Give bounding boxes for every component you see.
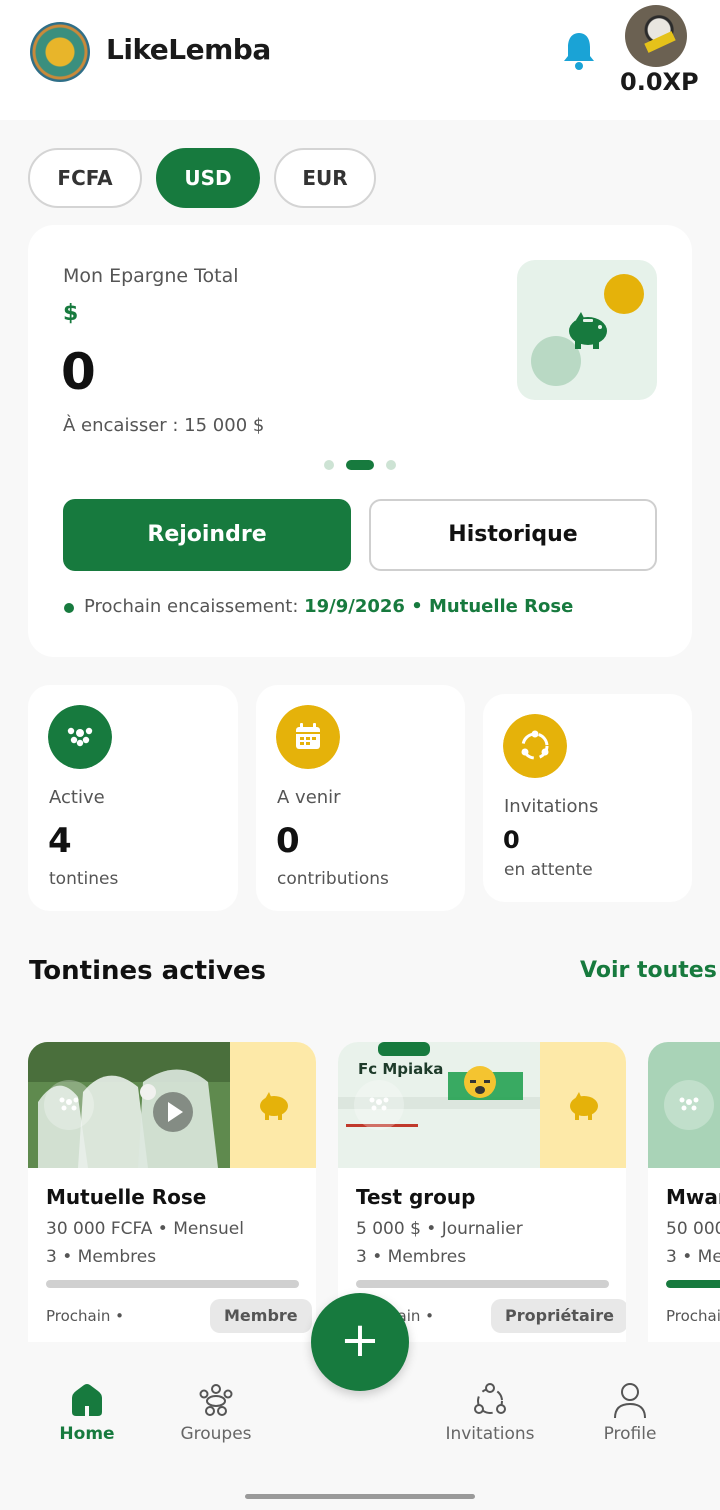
join-button[interactable]: Rejoindre bbox=[63, 499, 351, 571]
section-title: Tontines actives bbox=[29, 956, 267, 986]
stat-value: 0 bbox=[276, 821, 300, 861]
nav-groups[interactable]: Groupes bbox=[156, 1342, 276, 1452]
tontine-name: Mwan bbox=[666, 1185, 720, 1209]
carousel-indicator[interactable] bbox=[324, 460, 398, 470]
tontine-name: Test group bbox=[356, 1185, 476, 1209]
tontine-type-badge bbox=[540, 1042, 626, 1168]
see-all-link[interactable]: Voir toutes bbox=[580, 958, 717, 983]
carousel-dot[interactable] bbox=[324, 460, 334, 470]
tontine-members: 3 • Mem bbox=[666, 1247, 720, 1267]
tontine-photo bbox=[28, 1042, 230, 1168]
tontine-photo: Fc Mpiaka bbox=[338, 1042, 540, 1168]
piggy-bank-icon bbox=[569, 312, 607, 349]
tontine-amount-frequency: 5 000 $ • Journalier bbox=[356, 1219, 523, 1239]
nav-label: Invitations bbox=[445, 1424, 535, 1444]
stat-value: 0 bbox=[503, 826, 520, 854]
invitations-icon bbox=[474, 1383, 506, 1414]
tontine-role-badge: Membre bbox=[210, 1299, 312, 1333]
app-logo bbox=[30, 22, 90, 82]
nav-profile[interactable]: Profile bbox=[570, 1342, 690, 1452]
tontine-card[interactable]: Mutuelle Rose 30 000 FCFA • Mensuel 3 • … bbox=[28, 1042, 316, 1342]
carousel-dot-active[interactable] bbox=[346, 460, 374, 470]
savings-card: Mon Epargne Total $ 0 À encaisser : 15 0… bbox=[28, 225, 692, 657]
nav-label: Home bbox=[59, 1424, 115, 1444]
add-button[interactable]: + bbox=[311, 1293, 409, 1391]
tontine-media: Fc Mpiaka bbox=[338, 1042, 626, 1168]
next-payout: Prochain encaissement: 19/9/2026 • Mutue… bbox=[84, 596, 573, 617]
savings-amount: 0 bbox=[61, 343, 96, 401]
tontine-amount-frequency: 50 000 bbox=[666, 1219, 720, 1239]
groups-icon bbox=[199, 1384, 233, 1416]
currency-tab-fcfa[interactable]: FCFA bbox=[28, 148, 142, 208]
bell-icon[interactable] bbox=[560, 30, 598, 72]
calendar-icon bbox=[276, 705, 340, 769]
group-icon bbox=[354, 1080, 404, 1130]
tontine-members: 3 • Membres bbox=[46, 1247, 157, 1267]
home-indicator[interactable] bbox=[245, 1494, 475, 1499]
avatar[interactable] bbox=[625, 5, 687, 67]
xp-value: 0.0XP bbox=[620, 68, 699, 96]
history-button[interactable]: Historique bbox=[369, 499, 657, 571]
piggy-bank-icon bbox=[260, 1092, 288, 1120]
stat-card-active[interactable]: Active 4 tontines bbox=[28, 685, 238, 911]
photo-caption: Fc Mpiaka bbox=[358, 1060, 444, 1078]
savings-currency-symbol: $ bbox=[63, 301, 79, 326]
piggy-bank-icon bbox=[570, 1092, 598, 1120]
tontine-media bbox=[28, 1042, 316, 1168]
app-header: LikeLemba 0.0XP bbox=[0, 0, 720, 120]
tontine-name: Mutuelle Rose bbox=[46, 1185, 207, 1209]
next-payout-label: Prochain encaissement: bbox=[84, 596, 305, 617]
savings-to-collect: À encaisser : 15 000 $ bbox=[63, 415, 265, 436]
stat-label: Active bbox=[49, 787, 105, 808]
invitations-icon bbox=[503, 714, 567, 778]
tontine-members: 3 • Membres bbox=[356, 1247, 467, 1267]
savings-title: Mon Epargne Total bbox=[63, 265, 239, 287]
stat-unit: contributions bbox=[277, 869, 389, 889]
carousel-dot[interactable] bbox=[386, 460, 396, 470]
next-payout-dot bbox=[64, 603, 74, 613]
nav-home[interactable]: Home bbox=[27, 1342, 147, 1452]
stat-card-upcoming[interactable]: A venir 0 contributions bbox=[256, 685, 465, 911]
nav-label: Profile bbox=[603, 1424, 657, 1444]
tontine-progress bbox=[46, 1280, 299, 1288]
app-title: LikeLemba bbox=[106, 33, 271, 66]
piggy-bank-illustration bbox=[517, 260, 657, 400]
stat-card-invitations[interactable]: Invitations 0 en attente bbox=[483, 694, 692, 902]
tontine-progress bbox=[356, 1280, 609, 1288]
tontine-role-badge: Propriétaire bbox=[491, 1299, 626, 1333]
group-icon bbox=[44, 1080, 94, 1130]
tontine-type-badge bbox=[230, 1042, 316, 1168]
home-icon bbox=[72, 1384, 102, 1416]
group-icon bbox=[664, 1080, 714, 1130]
group-icon bbox=[48, 705, 112, 769]
tontine-media bbox=[648, 1042, 720, 1168]
stat-value: 4 bbox=[48, 821, 72, 861]
currency-tab-eur[interactable]: EUR bbox=[274, 148, 376, 208]
nav-invitations[interactable]: Invitations bbox=[430, 1342, 550, 1452]
progress-fill bbox=[666, 1280, 720, 1288]
tontine-next: Prochai bbox=[666, 1307, 720, 1325]
nav-label: Groupes bbox=[180, 1424, 252, 1444]
tontine-card[interactable]: Mwan 50 000 3 • Mem Prochai bbox=[648, 1042, 720, 1342]
tontine-next: Prochain • bbox=[46, 1307, 125, 1325]
stat-unit: tontines bbox=[49, 869, 119, 889]
next-payout-value: 19/9/2026 • Mutuelle Rose bbox=[304, 596, 574, 617]
stat-unit: en attente bbox=[504, 860, 593, 880]
stat-label: A venir bbox=[277, 787, 341, 808]
currency-tab-usd[interactable]: USD bbox=[156, 148, 260, 208]
stat-label: Invitations bbox=[504, 796, 599, 817]
tontine-amount-frequency: 30 000 FCFA • Mensuel bbox=[46, 1219, 244, 1239]
profile-icon bbox=[614, 1383, 646, 1419]
tontine-progress bbox=[666, 1280, 720, 1288]
